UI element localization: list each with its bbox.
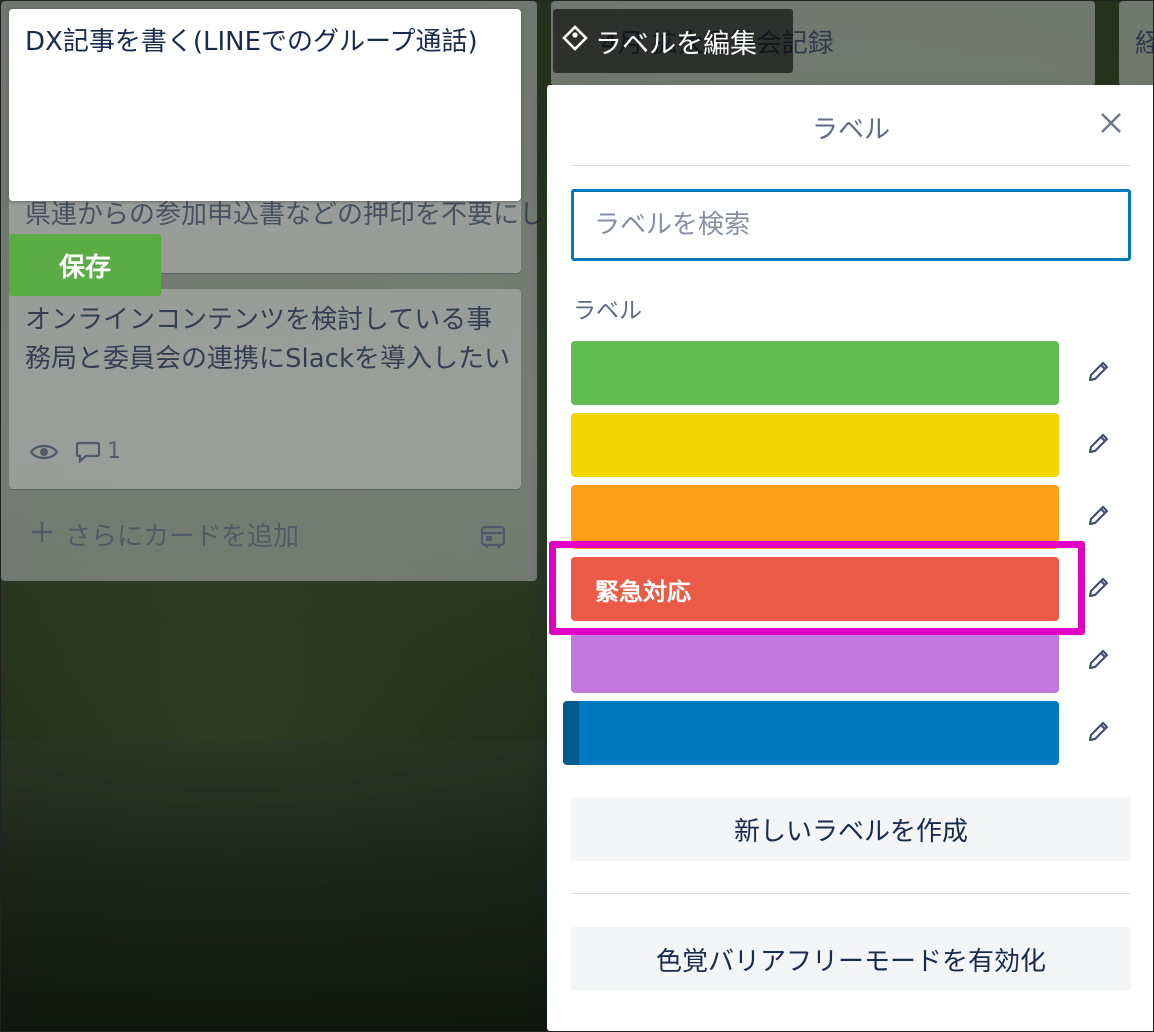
labels-popover: ラベル ラベルを検索 ラベル 緊急対応 新しいラベルを作成 色覚バリアフリーモー…: [547, 85, 1153, 1031]
label-row-orange: [571, 485, 1131, 549]
pencil-icon: [1087, 431, 1111, 459]
label-row-green: [571, 341, 1131, 405]
label-swatch-orange[interactable]: [571, 485, 1059, 549]
card-editor[interactable]: [9, 9, 521, 201]
edit-labels-button[interactable]: ラベルを編集: [553, 9, 793, 73]
edit-label-button[interactable]: [1083, 645, 1115, 677]
tag-icon: [561, 24, 589, 59]
edit-labels-label: ラベルを編集: [595, 28, 757, 60]
edit-label-button[interactable]: [1083, 357, 1115, 389]
label-hover-accent: [563, 701, 579, 765]
label-row-yellow: [571, 413, 1131, 477]
edit-label-button[interactable]: [1083, 501, 1115, 533]
colorblind-mode-button[interactable]: 色覚バリアフリーモードを有効化: [571, 927, 1131, 991]
label-swatch-purple[interactable]: [571, 629, 1059, 693]
edit-label-button[interactable]: [1083, 429, 1115, 461]
label-search-input[interactable]: [571, 189, 1131, 261]
popover-divider: [571, 893, 1131, 894]
pencil-icon: [1087, 647, 1111, 675]
board-background: 県連からの参加申込書などの押印を不要にしたい オンラインコンテンツを検討している…: [0, 0, 1154, 1032]
label-swatch-yellow[interactable]: [571, 413, 1059, 477]
labels-section-title: ラベル: [573, 298, 642, 324]
edit-label-button[interactable]: [1083, 573, 1115, 605]
label-row-purple: [571, 629, 1131, 693]
label-name: 緊急対応: [595, 577, 691, 606]
popover-divider: [571, 165, 1131, 166]
edit-label-button[interactable]: [1083, 717, 1115, 749]
pencil-icon: [1087, 575, 1111, 603]
pencil-icon: [1087, 503, 1111, 531]
popover-title: ラベル: [811, 115, 890, 145]
label-swatch-red[interactable]: 緊急対応: [571, 557, 1059, 621]
label-swatch-blue[interactable]: [563, 701, 1059, 765]
label-row-blue: [563, 701, 1131, 765]
close-button[interactable]: [1095, 109, 1127, 141]
create-label-button[interactable]: 新しいラベルを作成: [571, 797, 1131, 861]
label-row-red: 緊急対応: [571, 557, 1131, 621]
close-icon: [1100, 112, 1122, 138]
label-swatch-green[interactable]: [571, 341, 1059, 405]
pencil-icon: [1087, 359, 1111, 387]
card-title-input[interactable]: [9, 9, 521, 201]
pencil-icon: [1087, 719, 1111, 747]
save-button[interactable]: 保存: [9, 234, 161, 296]
